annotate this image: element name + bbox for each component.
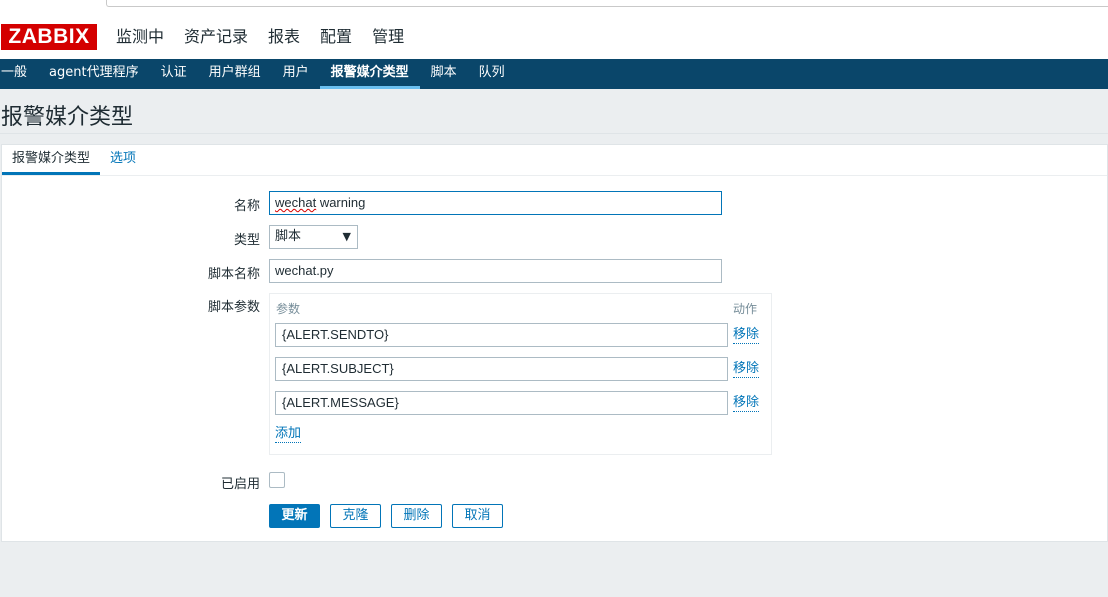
top-navigation: ZABBIX 监测中 资产记录 报表 配置 管理 (0, 14, 1108, 59)
enabled-label: 已启用 (220, 477, 260, 492)
sub-menu-proxies[interactable]: agent代理程序 (38, 59, 150, 89)
param-input-subject[interactable]: {ALERT.SUBJECT} (275, 357, 728, 381)
name-value-rest: warning (316, 195, 366, 210)
sub-menu-queue[interactable]: 队列 (468, 59, 516, 89)
browser-address-strip (0, 0, 1108, 14)
sub-menu: 一般 agent代理程序 认证 用户群组 用户 报警媒介类型 脚本 队列 (0, 59, 1108, 89)
main-menu-inventory[interactable]: 资产记录 (174, 24, 258, 50)
main-menu-reports[interactable]: 报表 (258, 24, 310, 50)
params-column-header: 参数 (276, 302, 301, 316)
clone-button[interactable]: 克隆 (330, 504, 381, 528)
script-params-table: 参数 动作 {ALERT.SENDTO} 移除 {ALERT.SUBJECT} … (269, 293, 772, 455)
form-tabs: 报警媒介类型 选项 (2, 145, 1107, 176)
update-button[interactable]: 更新 (269, 504, 320, 528)
param-input-sendto[interactable]: {ALERT.SENDTO} (275, 323, 728, 347)
tab-media-type[interactable]: 报警媒介类型 (2, 145, 101, 175)
zabbix-logo[interactable]: ZABBIX (1, 24, 97, 50)
type-select-value: 脚本 (275, 229, 302, 244)
type-label: 类型 (233, 233, 260, 248)
main-menu-monitoring[interactable]: 监测中 (106, 24, 174, 50)
main-menu-configuration[interactable]: 配置 (310, 24, 362, 50)
page-header: 报警媒介类型 (0, 89, 1108, 134)
param-remove-link[interactable]: 移除 (733, 395, 760, 412)
delete-button[interactable]: 删除 (391, 504, 442, 528)
sub-navigation: 一般 agent代理程序 认证 用户群组 用户 报警媒介类型 脚本 队列 (0, 59, 1108, 89)
name-value-misspelled-word: wechat (275, 195, 317, 210)
param-input-message[interactable]: {ALERT.MESSAGE} (275, 391, 728, 415)
main-menu: 监测中 资产记录 报表 配置 管理 (106, 24, 414, 50)
sub-menu-scripts[interactable]: 脚本 (420, 59, 468, 89)
param-remove-link[interactable]: 移除 (733, 327, 760, 344)
script-name-input[interactable]: wechat.py (269, 259, 722, 283)
name-label: 名称 (233, 199, 260, 214)
script-params-label: 脚本参数 (207, 300, 260, 315)
add-param-link[interactable]: 添加 (275, 426, 302, 443)
enabled-checkbox[interactable] (269, 472, 285, 488)
param-remove-link[interactable]: 移除 (733, 361, 760, 378)
sub-menu-media-types[interactable]: 报警媒介类型 (319, 59, 420, 89)
actions-column-header: 动作 (733, 302, 758, 316)
sub-menu-users[interactable]: 用户 (272, 59, 320, 89)
sub-menu-user-groups[interactable]: 用户群组 (198, 59, 272, 89)
sub-menu-general[interactable]: 一般 (0, 59, 38, 89)
main-menu-administration[interactable]: 管理 (362, 24, 414, 50)
form-panel: 报警媒介类型 选项 名称 wechat warning 类型 脚本 ▼ 脚本名称… (1, 144, 1108, 542)
tab-options[interactable]: 选项 (100, 145, 146, 175)
page-title: 报警媒介类型 (1, 105, 134, 130)
type-select[interactable]: 脚本 ▼ (269, 225, 358, 249)
chevron-down-icon: ▼ (342, 230, 351, 243)
script-name-label: 脚本名称 (207, 267, 260, 282)
cancel-button[interactable]: 取消 (452, 504, 503, 528)
sub-menu-authentication[interactable]: 认证 (150, 59, 198, 89)
address-bar-edge (106, 0, 1108, 7)
name-input[interactable]: wechat warning (269, 191, 722, 215)
